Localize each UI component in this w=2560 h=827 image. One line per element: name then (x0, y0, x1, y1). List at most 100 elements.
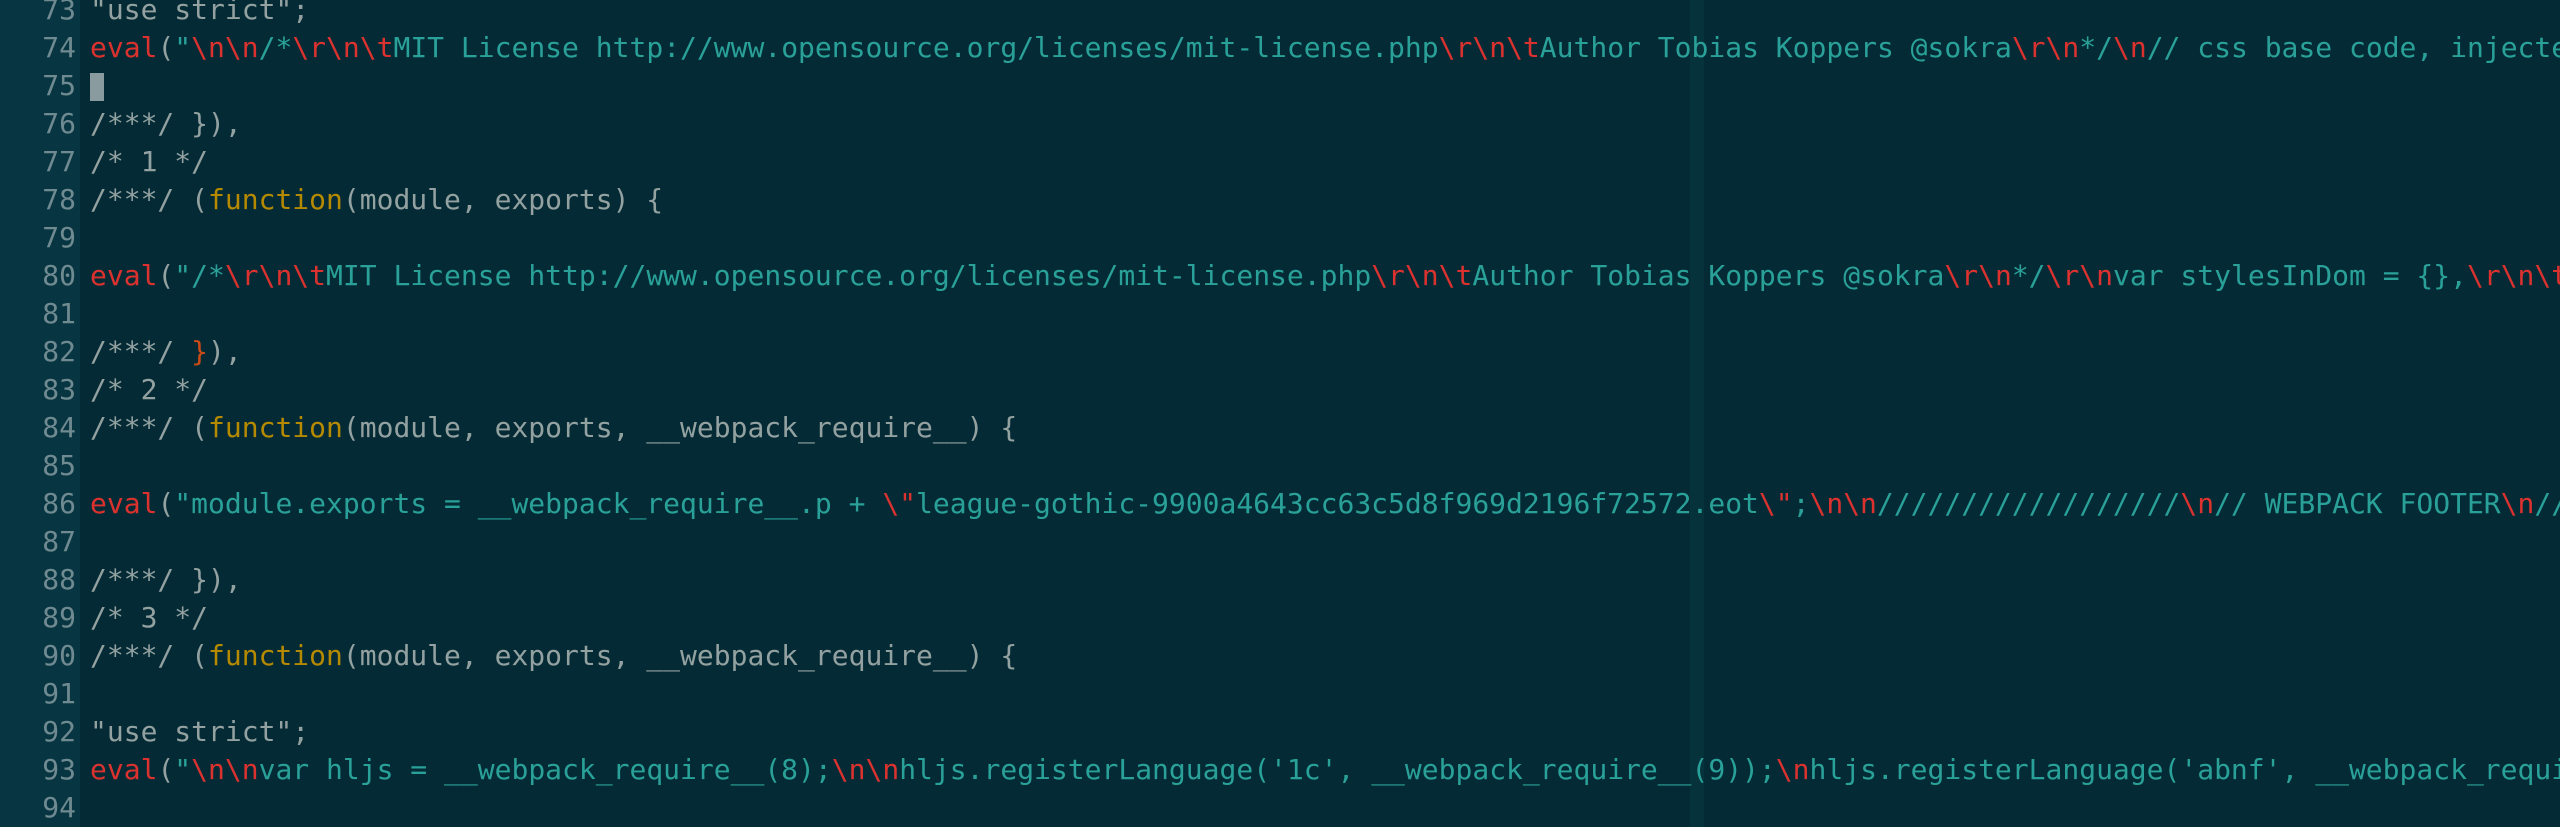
code-text[interactable]: /* 3 */ (90, 599, 208, 637)
code-line[interactable]: 89 /* 3 */ (0, 599, 2560, 637)
code-token: \r\n\t (2466, 259, 2560, 292)
code-text[interactable]: "use strict"; (90, 713, 309, 751)
code-line[interactable]: 79 (0, 219, 2560, 257)
code-line[interactable]: 76 /***/ }), (0, 105, 2560, 143)
code-text[interactable]: eval("/*\r\n\tMIT License http://www.ope… (90, 257, 2560, 295)
code-token: \n (2180, 487, 2215, 520)
line-number: 92 (42, 715, 76, 748)
line-number: 84 (42, 411, 76, 444)
code-token: // css base code, injected by t (2146, 31, 2560, 64)
code-token: "/* (174, 259, 225, 292)
code-token: // WEBPACK FOOTER (2214, 487, 2501, 520)
line-number: 91 (42, 677, 76, 710)
line-number: 81 (42, 297, 76, 330)
code-editor[interactable]: 73 "use strict"; 74 eval("\n\n/*\r\n\tMIT L… (0, 0, 2560, 827)
code-text[interactable]: "use strict"; (90, 0, 309, 29)
code-text[interactable]: /***/ (function(module, exports) { (90, 181, 663, 219)
code-text[interactable]: eval("module.exports = __webpack_require… (90, 485, 2560, 523)
code-token: /***/ }), (90, 107, 242, 140)
code-line[interactable]: 84 /***/ (function(module, exports, __web… (0, 409, 2560, 447)
code-line[interactable]: 83 /* 2 */ (0, 371, 2560, 409)
code-token: \n\n (831, 753, 900, 786)
code-text[interactable]: /***/ (function(module, exports, __webpa… (90, 409, 1017, 447)
code-token: Author Tobias Koppers @sokra (1472, 259, 1945, 292)
code-text[interactable]: /* 1 */ (90, 143, 208, 181)
code-token: var hljs = __webpack_require__(8); (258, 753, 832, 786)
line-number: 86 (42, 487, 76, 520)
code-lines: 73 "use strict"; 74 eval("\n\n/*\r\n\tMIT L… (0, 0, 2560, 827)
code-token: "use strict"; (90, 0, 310, 26)
code-line[interactable]: 73 "use strict"; (0, 0, 2560, 29)
code-line[interactable]: 88 /***/ }), (0, 561, 2560, 599)
code-token: (module, exports) { (342, 183, 664, 216)
code-token: "use strict"; (90, 715, 310, 748)
code-token: /* 1 */ (90, 145, 209, 178)
code-line[interactable]: 92 "use strict"; (0, 713, 2560, 751)
code-token: eval (90, 259, 158, 292)
code-token: ( (157, 31, 175, 64)
code-token: /***/ ( (90, 183, 209, 216)
code-token: \r\n (2011, 31, 2080, 64)
code-token: /***/ }), (90, 563, 242, 596)
code-line[interactable]: 86 eval("module.exports = __webpack_requi… (0, 485, 2560, 523)
code-line[interactable]: 94 (0, 789, 2560, 827)
line-number: 93 (42, 753, 76, 786)
code-line[interactable]: 78 /***/ (function(module, exports) { (0, 181, 2560, 219)
code-token: league-gothic-9900a4643cc63c5d8f969d2196… (916, 487, 1759, 520)
code-text[interactable]: /***/ }), (90, 333, 242, 371)
code-token: Author Tobias Koppers @sokra (1539, 31, 2012, 64)
code-text[interactable]: /***/ (function(module, exports, __webpa… (90, 637, 1017, 675)
code-line[interactable]: 75 (0, 67, 2560, 105)
code-line[interactable]: 80 eval("/*\r\n\tMIT License http://www.o… (0, 257, 2560, 295)
code-line[interactable]: 85 (0, 447, 2560, 485)
line-number: 89 (42, 601, 76, 634)
code-token: ; (1792, 487, 1810, 520)
code-token: \n (2500, 487, 2535, 520)
code-line[interactable]: 77 /* 1 */ (0, 143, 2560, 181)
code-text[interactable] (90, 67, 104, 105)
code-token: function (208, 183, 343, 216)
code-text[interactable]: /* 2 */ (90, 371, 208, 409)
code-line[interactable]: 91 (0, 675, 2560, 713)
code-line[interactable]: 81 (0, 295, 2560, 333)
code-text[interactable]: /***/ }), (90, 561, 242, 599)
code-token: /* 3 */ (90, 601, 209, 634)
code-line[interactable]: 87 (0, 523, 2560, 561)
code-token: " (174, 753, 192, 786)
code-token: hljs.registerLanguage('abnf', __webpack_… (1809, 753, 2560, 786)
code-token: ), (208, 335, 242, 368)
code-token: " (174, 31, 192, 64)
code-text[interactable]: eval(" \n\nvar hljs = __webpack_require__… (90, 751, 2560, 789)
code-token: \" (882, 487, 917, 520)
code-token: ( (157, 259, 175, 292)
code-token: \r\n\t (1371, 259, 1473, 292)
code-token: eval (90, 753, 158, 786)
code-line[interactable]: 82 /***/ }), (0, 333, 2560, 371)
line-number: 76 (42, 107, 76, 140)
line-number: 77 (42, 145, 76, 178)
code-token: \n\n (1809, 487, 1877, 520)
line-number: 94 (42, 791, 76, 824)
line-number: 88 (42, 563, 76, 596)
code-token: function (208, 639, 343, 672)
code-token: \n\n (191, 31, 259, 64)
code-line[interactable]: 90 /***/ (function(module, exports, __web… (0, 637, 2560, 675)
code-token: eval (90, 31, 158, 64)
code-token: /* 2 */ (90, 373, 209, 406)
code-text[interactable]: eval("\n\n/*\r\n\tMIT License http://www… (90, 29, 2560, 67)
code-token: (module, exports, __webpack_require__) { (342, 411, 1018, 444)
code-text[interactable]: /***/ }), (90, 105, 242, 143)
code-token: MIT License http://www.opensource.org/li… (326, 259, 1372, 292)
code-token: \r\n (1944, 259, 2012, 292)
code-token: } (191, 335, 209, 368)
code-line[interactable]: 74 eval("\n\n/*\r\n\tMIT License http://w… (0, 29, 2560, 67)
code-token: MIT License http://www.opensource.org/li… (393, 31, 1439, 64)
line-number: 80 (42, 259, 76, 292)
code-token: ( (157, 487, 175, 520)
code-token: \" (1758, 487, 1793, 520)
code-token: ( (157, 753, 175, 786)
code-line[interactable]: 93 eval(" \n\nvar hljs = __webpack_require… (0, 751, 2560, 789)
line-number: 75 (42, 69, 76, 102)
code-token: \r\n\t (292, 31, 394, 64)
code-token: var stylesInDom = {}, (2112, 259, 2467, 292)
